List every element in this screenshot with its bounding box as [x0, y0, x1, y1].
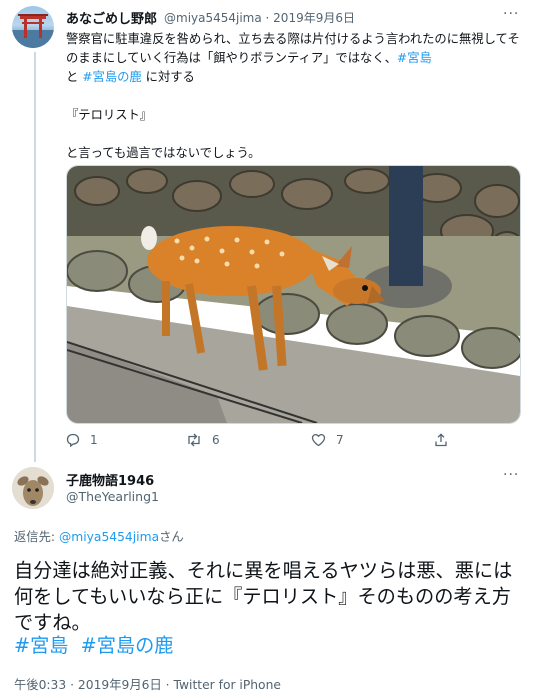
heart-icon: [311, 433, 326, 447]
more-options-icon[interactable]: ···: [503, 6, 519, 22]
tweet-photo[interactable]: [66, 165, 521, 424]
handle-and-date[interactable]: @miya5454jima · 2019年9月6日: [164, 9, 355, 26]
tweet-text: 警察官に駐車違反を咎められ、立ち去る際は片付けるよう言われたのに無視してそのまま…: [66, 30, 521, 163]
tweet-actions: 1 6 7: [66, 433, 466, 451]
reply-count: 1: [90, 433, 98, 447]
handle[interactable]: @TheYearling1: [66, 489, 159, 504]
like-count: 7: [336, 433, 344, 447]
thread-connector-line: [34, 52, 36, 462]
hashtag-link[interactable]: #宮島: [397, 51, 432, 65]
avatar[interactable]: [12, 6, 54, 48]
fawn-avatar-icon: [12, 467, 54, 509]
hashtag-link[interactable]: #宮島: [14, 634, 68, 657]
tweet-text-main: 警察官に駐車違反を咎められ、立ち去る際は片付けるよう言われたのに無視してそのまま…: [66, 32, 520, 65]
retweet-icon: [188, 433, 200, 447]
tweet-text: 自分達は絶対正義、それに異を唱えるヤツらは悪、悪には何をしてもいいなら正に『テロ…: [14, 559, 513, 634]
reply-to-handle-link[interactable]: @miya5454jima: [59, 530, 159, 544]
share-button[interactable]: [434, 433, 448, 447]
hashtags: #宮島 #宮島の鹿: [14, 633, 173, 659]
hashtag-link[interactable]: #宮島の鹿: [81, 634, 174, 657]
deer-photo-icon: [67, 166, 520, 423]
more-options-icon[interactable]: ···: [503, 467, 519, 483]
tweet-text-quote: 『テロリスト』: [66, 108, 153, 122]
timestamp-source[interactable]: 午後0:33 · 2019年9月6日 · Twitter for iPhone: [14, 675, 281, 693]
avatar[interactable]: [12, 467, 54, 509]
reply-to-line: 返信先: @miya5454jimaさん: [14, 527, 184, 545]
reply-to-suffix: さん: [159, 530, 184, 544]
tweet-text-connector: と: [66, 70, 79, 84]
tweet-text-end: と言っても過言ではないでしょう。: [66, 146, 261, 160]
display-name[interactable]: 子鹿物語1946: [66, 470, 154, 489]
reply-icon: [66, 433, 80, 447]
like-button[interactable]: 7: [311, 433, 344, 447]
torii-gate-icon: [12, 14, 54, 48]
share-icon: [435, 433, 447, 447]
retweet-count: 6: [212, 433, 220, 447]
display-name[interactable]: あなごめし野郎: [66, 8, 157, 27]
reply-button[interactable]: 1: [66, 433, 98, 447]
hashtag-link[interactable]: #宮島の鹿: [82, 70, 142, 84]
retweet-button[interactable]: 6: [186, 433, 220, 447]
tweet-text-after: に対する: [145, 70, 195, 84]
reply-to-prefix: 返信先:: [14, 530, 59, 544]
